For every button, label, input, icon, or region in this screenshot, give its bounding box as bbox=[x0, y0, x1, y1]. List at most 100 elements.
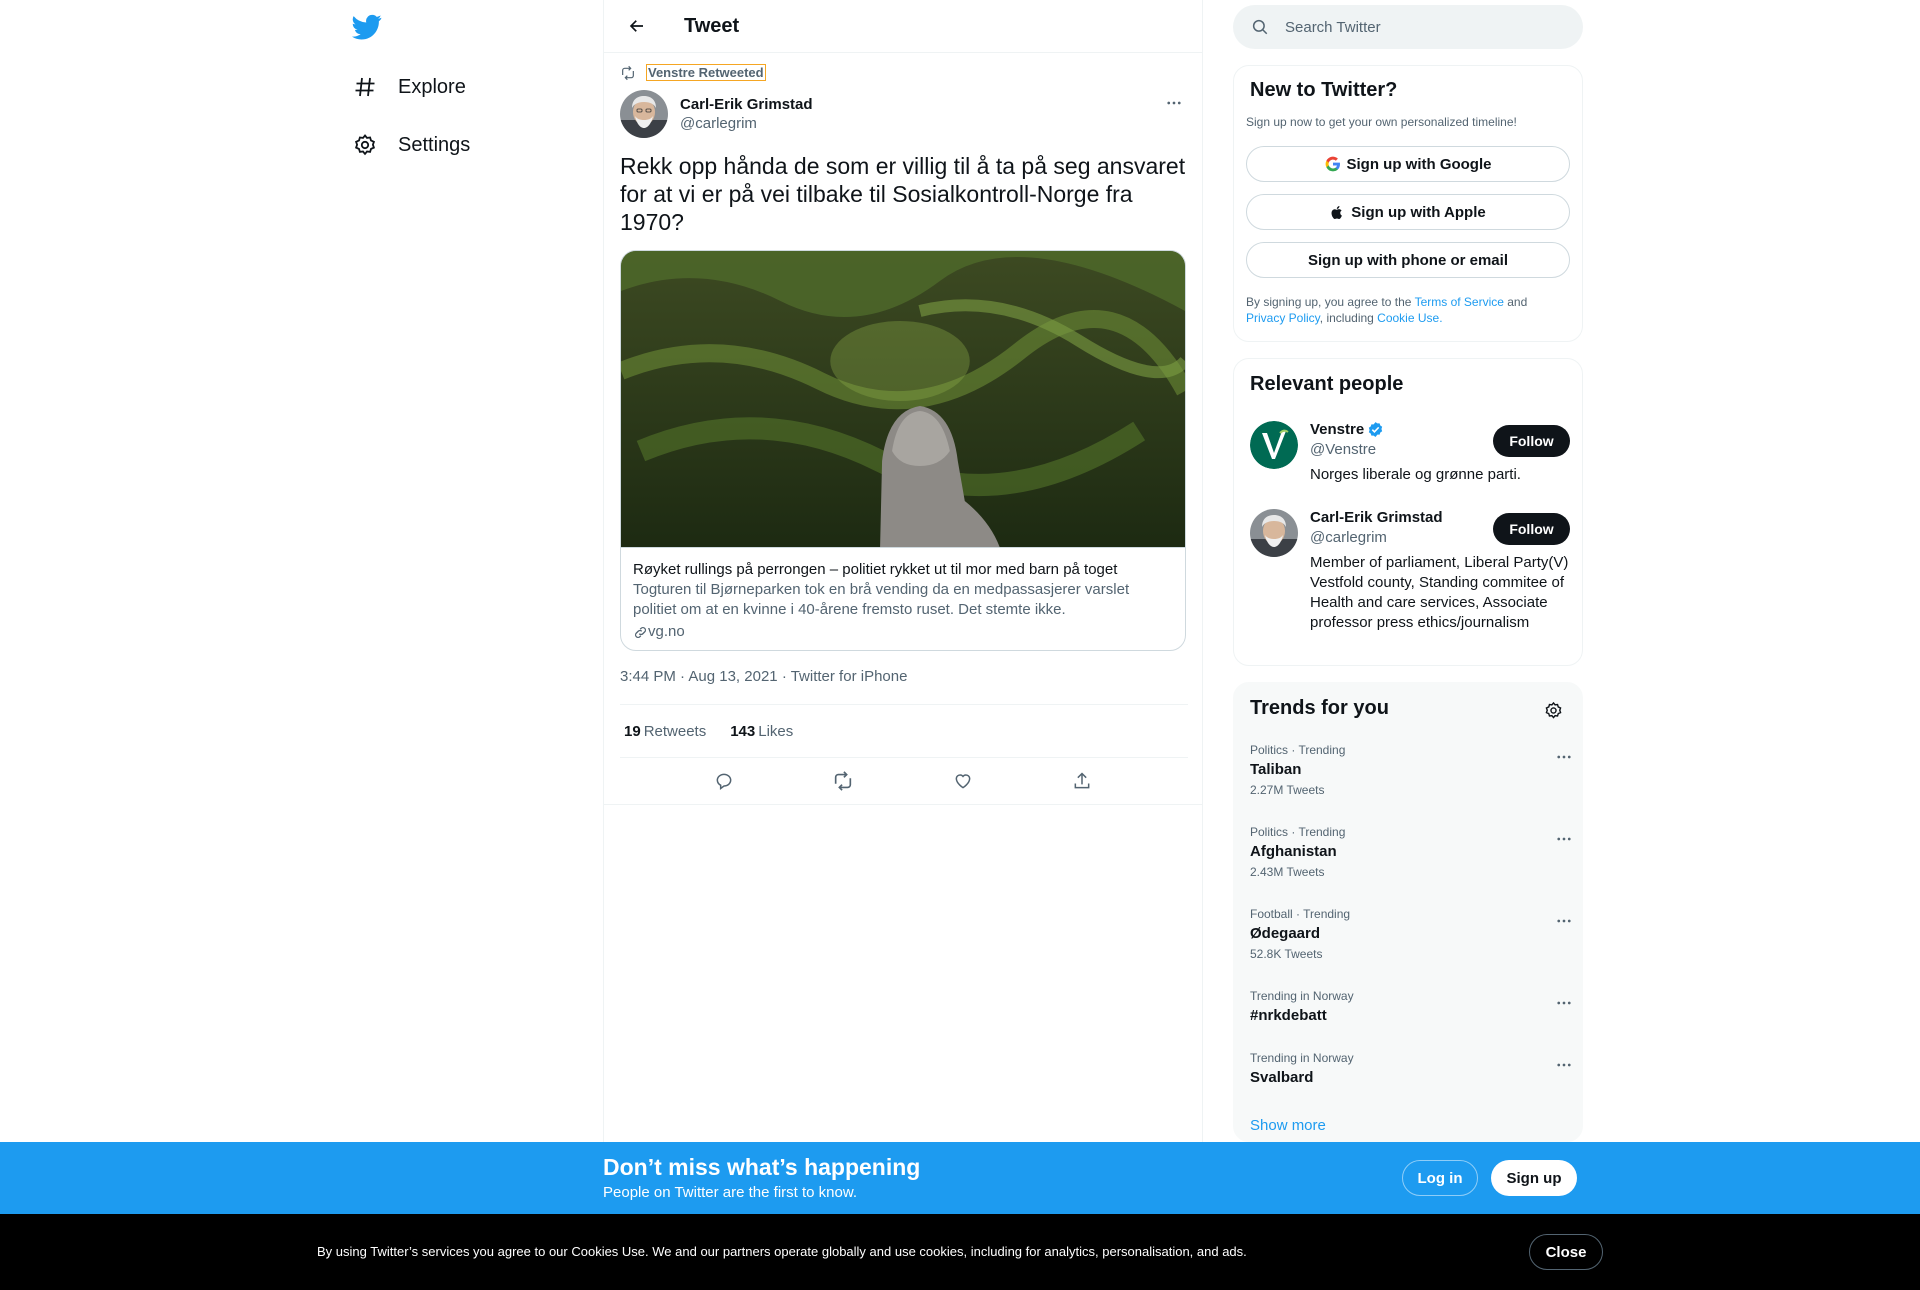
legal-prefix: By signing up, you agree to the bbox=[1246, 295, 1415, 309]
trend-more-button[interactable] bbox=[1550, 907, 1578, 935]
legal-text: By signing up, you agree to the Terms of… bbox=[1246, 294, 1566, 326]
like-button[interactable] bbox=[945, 763, 981, 799]
likes-label: Likes bbox=[758, 722, 794, 740]
trend-name: Svalbard bbox=[1250, 1069, 1314, 1086]
link-card[interactable]: Røyket rullings på perrongen – politiet … bbox=[620, 250, 1186, 651]
tweet-time[interactable]: 3:44 PM bbox=[620, 668, 676, 685]
nav-explore[interactable]: Explore bbox=[352, 67, 466, 107]
trend-more-button[interactable] bbox=[1550, 825, 1578, 853]
more-dots-icon bbox=[1557, 919, 1571, 923]
trend-context: Trending in Norway bbox=[1250, 989, 1354, 1003]
banner-subtitle: People on Twitter are the first to know. bbox=[603, 1184, 858, 1201]
gear-icon bbox=[1545, 701, 1561, 719]
tweet-author: Carl-Erik Grimstad @carlegrim bbox=[620, 90, 813, 138]
retweet-button[interactable] bbox=[825, 763, 861, 799]
person-name-text: Venstre bbox=[1310, 421, 1365, 438]
google-icon bbox=[1325, 156, 1341, 172]
separator: · bbox=[781, 668, 787, 685]
retweets-label: Retweets bbox=[643, 722, 707, 740]
show-more-link[interactable]: Show more bbox=[1250, 1117, 1326, 1134]
person-bio: Member of parliament, Liberal Party(V) V… bbox=[1310, 554, 1569, 631]
trend-context: Politics · Trending bbox=[1250, 743, 1346, 757]
follow-button[interactable]: Follow bbox=[1493, 425, 1570, 457]
cookie-link[interactable]: Cookie Use. bbox=[1377, 311, 1442, 325]
tweet-date[interactable]: Aug 13, 2021 bbox=[688, 668, 777, 685]
trend-name: Ødegaard bbox=[1250, 925, 1321, 942]
tweet-source[interactable]: Twitter for iPhone bbox=[791, 668, 908, 685]
signup-apple-label: Sign up with Apple bbox=[1351, 203, 1486, 221]
trend-item[interactable]: Football · Trending Ødegaard 52.8K Tweet… bbox=[1250, 907, 1571, 961]
hashtag-icon bbox=[352, 74, 378, 100]
trends-settings-button[interactable] bbox=[1538, 695, 1568, 725]
page-title: Tweet bbox=[684, 14, 740, 37]
reply-button[interactable] bbox=[706, 763, 742, 799]
twitter-logo-icon[interactable] bbox=[352, 12, 382, 42]
signup-phone-label: Sign up with phone or email bbox=[1307, 251, 1508, 269]
card-meta: Røyket rullings på perrongen – politiet … bbox=[621, 547, 1185, 650]
trend-item[interactable]: Politics · Trending Afghanistan 2.43M Tw… bbox=[1250, 825, 1571, 879]
trend-item[interactable]: Trending in Norway #nrkdebatt bbox=[1250, 989, 1571, 1024]
trend-name: Taliban bbox=[1250, 761, 1302, 778]
signup-apple-button[interactable]: Sign up with Apple bbox=[1246, 194, 1570, 230]
terms-link[interactable]: Terms of Service bbox=[1415, 295, 1504, 309]
more-dots-icon bbox=[1557, 755, 1571, 759]
person-name[interactable]: Carl-Erik Grimstad bbox=[1310, 509, 1443, 526]
card-domain-text: vg.no bbox=[648, 623, 685, 640]
relevant-people-title: Relevant people bbox=[1250, 373, 1404, 395]
close-button[interactable]: Close bbox=[1529, 1234, 1603, 1270]
privacy-link[interactable]: Privacy Policy bbox=[1246, 311, 1320, 325]
cookie-bar: By using Twitter’s services you agree to… bbox=[0, 1214, 1920, 1290]
tweet-text: Rekk opp hånda de som er villig til å ta… bbox=[620, 153, 1186, 235]
follow-button[interactable]: Follow bbox=[1493, 513, 1570, 545]
trend-count: 2.43M Tweets bbox=[1250, 865, 1325, 879]
separator: · bbox=[680, 668, 686, 685]
trend-context: Politics · Trending bbox=[1250, 825, 1346, 839]
signup-google-button[interactable]: Sign up with Google bbox=[1246, 146, 1570, 182]
tweet-more-button[interactable] bbox=[1160, 89, 1188, 117]
trend-count: 2.27M Tweets bbox=[1250, 783, 1325, 797]
trend-item[interactable]: Trending in Norway Svalbard bbox=[1250, 1051, 1571, 1086]
search-box[interactable] bbox=[1233, 5, 1583, 49]
back-button[interactable] bbox=[620, 9, 654, 43]
nav-settings-label: Settings bbox=[398, 133, 471, 156]
apple-icon bbox=[1330, 204, 1345, 221]
tweet-timestamp: 3:44 PM · Aug 13, 2021 · Twitter for iPh… bbox=[620, 668, 907, 685]
more-dots-icon bbox=[1557, 1001, 1571, 1005]
signup-phone-email-button[interactable]: Sign up with phone or email bbox=[1246, 242, 1570, 278]
retweets-count: 19 bbox=[624, 722, 641, 740]
retweets-stat[interactable]: 19 Retweets bbox=[624, 723, 706, 740]
avatar[interactable] bbox=[620, 90, 668, 138]
signup-google-label: Sign up with Google bbox=[1346, 155, 1492, 173]
retweeted-by-link[interactable]: Venstre Retweeted bbox=[646, 64, 766, 81]
retweet-context: Venstre Retweeted bbox=[620, 64, 766, 81]
new-to-twitter-title: New to Twitter? bbox=[1250, 79, 1398, 101]
link-icon bbox=[635, 626, 646, 638]
person-name-text: Carl-Erik Grimstad bbox=[1310, 509, 1443, 526]
trend-more-button[interactable] bbox=[1550, 1051, 1578, 1079]
share-button[interactable] bbox=[1064, 763, 1100, 799]
more-dots-icon bbox=[1557, 1063, 1571, 1067]
person-handle[interactable]: @carlegrim bbox=[1310, 529, 1387, 546]
nav-settings[interactable]: Settings bbox=[352, 125, 470, 165]
card-domain: vg.no bbox=[633, 622, 1173, 642]
avatar[interactable] bbox=[1250, 421, 1298, 469]
trend-more-button[interactable] bbox=[1550, 743, 1578, 771]
person-handle[interactable]: @Venstre bbox=[1310, 441, 1376, 458]
legal-and: and bbox=[1503, 295, 1528, 309]
card-image bbox=[621, 251, 1185, 547]
login-button[interactable]: Log in bbox=[1402, 1160, 1478, 1196]
trend-more-button[interactable] bbox=[1550, 989, 1578, 1017]
avatar[interactable] bbox=[1250, 509, 1298, 557]
nav-explore-label: Explore bbox=[398, 75, 466, 98]
tweet-actions bbox=[604, 758, 1202, 805]
person-name[interactable]: Venstre bbox=[1310, 421, 1384, 438]
signup-button[interactable]: Sign up bbox=[1491, 1160, 1577, 1196]
retweet-icon bbox=[622, 65, 634, 80]
tweet-stats: 19 Retweets 143 Likes bbox=[620, 704, 1188, 758]
author-name[interactable]: Carl-Erik Grimstad bbox=[680, 96, 813, 113]
author-handle[interactable]: @carlegrim bbox=[680, 115, 813, 132]
reply-icon bbox=[716, 773, 732, 790]
trend-item[interactable]: Politics · Trending Taliban 2.27M Tweets bbox=[1250, 743, 1571, 797]
search-input[interactable] bbox=[1285, 18, 1545, 36]
likes-stat[interactable]: 143 Likes bbox=[730, 723, 793, 740]
